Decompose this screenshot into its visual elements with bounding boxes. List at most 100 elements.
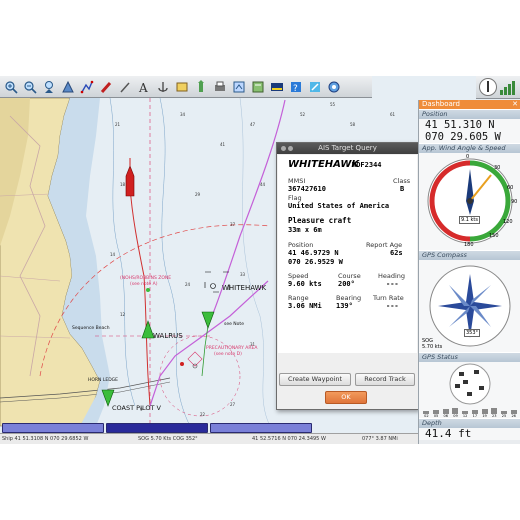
chart-note-label: see Note xyxy=(224,322,244,327)
print-icon[interactable] xyxy=(211,78,228,95)
class-value: B xyxy=(400,185,405,193)
wind-tick-120: 120 xyxy=(503,219,513,225)
gps-sat-05: 05 xyxy=(432,410,441,418)
svg-text:14: 14 xyxy=(110,252,116,257)
ok-button[interactable]: OK xyxy=(325,391,367,404)
horn-ledge-label: HORN LEDGE xyxy=(88,378,118,383)
ais-icon[interactable] xyxy=(173,78,190,95)
heading-value: --- xyxy=(386,280,399,288)
record-track-button[interactable]: Record Track xyxy=(355,373,415,386)
coast-pilot-label[interactable]: COAST PILOT V xyxy=(112,404,161,412)
compass-heading-value: 353° xyxy=(464,329,481,337)
course-label: Course xyxy=(338,272,361,280)
wind-tick-150: 150 xyxy=(489,233,499,239)
vessel-type: Pleasure craft xyxy=(288,216,352,225)
gps-sat-19: 19 xyxy=(480,409,489,418)
minimize-icon[interactable] xyxy=(288,146,293,151)
precautionary-label-2: (see note D) xyxy=(214,352,242,357)
svg-text:22: 22 xyxy=(200,412,206,417)
dashboard-icon[interactable] xyxy=(268,78,285,95)
svg-text:34: 34 xyxy=(180,112,186,117)
mmsi-label: MMSI xyxy=(288,177,306,185)
svg-text:41: 41 xyxy=(220,142,226,147)
gps-sat-09: 09 xyxy=(451,408,460,418)
speed-value: 9.60 kts xyxy=(288,280,322,288)
create-waypoint-button[interactable]: Create Waypoint xyxy=(279,373,351,386)
piano-key-1[interactable] xyxy=(2,423,104,433)
compass-status-icon[interactable] xyxy=(478,78,497,96)
svg-text:18: 18 xyxy=(120,182,126,187)
position-longitude: 070 29.605 W xyxy=(419,131,520,143)
bearing-value: 139° xyxy=(336,302,353,310)
help-icon[interactable]: ? xyxy=(287,78,304,95)
current-icon[interactable] xyxy=(306,78,323,95)
gps-signal-icon[interactable] xyxy=(499,79,518,95)
wind-tick-180: 180 xyxy=(464,242,474,248)
vessel-dimensions: 33m x 6m xyxy=(288,226,322,234)
walrus-label[interactable]: WALRUS xyxy=(153,332,183,340)
turn-rate-label: Turn Rate xyxy=(373,294,404,302)
gps-sat-25: 25 xyxy=(500,411,509,418)
toolbar-right xyxy=(476,76,520,99)
measure-icon[interactable] xyxy=(116,78,133,95)
gps-sat-02: 02 xyxy=(422,411,431,418)
waypoint-icon[interactable] xyxy=(325,78,342,95)
compass-title: GPS Compass xyxy=(419,250,520,260)
zone-label-2: (see note A) xyxy=(130,282,158,287)
heading-label: Heading xyxy=(378,272,406,280)
svg-text:61: 61 xyxy=(390,112,396,117)
route-icon[interactable] xyxy=(78,78,95,95)
svg-text:37: 37 xyxy=(230,222,236,227)
main-toolbar: A ? xyxy=(0,76,372,98)
dialog-titlebar[interactable]: AIS Target Query xyxy=(277,143,418,154)
wind-tick-0: 0 xyxy=(466,154,470,160)
track-icon[interactable] xyxy=(97,78,114,95)
vessel-callsign: WDF2344 xyxy=(352,161,382,169)
dialog-title: AIS Target Query xyxy=(318,144,377,152)
opencpn-window: 21 34 41 47 52 58 61 18 29 37 14 33 12 24 31 27 22 9… xyxy=(0,76,520,444)
gps-sat-23: 23 xyxy=(490,408,499,418)
svg-text:44: 44 xyxy=(260,182,266,187)
tide-icon[interactable] xyxy=(192,78,209,95)
report-age-value: 62s xyxy=(390,249,403,257)
whitehawk-label[interactable]: WHITEHAWK xyxy=(222,284,266,292)
turn-rate-value: --- xyxy=(386,302,399,310)
chart-book-icon[interactable] xyxy=(249,78,266,95)
piano-key-2[interactable] xyxy=(106,423,208,433)
wind-speed-value: 9.1 kts xyxy=(459,216,481,224)
settings-icon[interactable] xyxy=(230,78,247,95)
anchor-icon[interactable] xyxy=(154,78,171,95)
class-label: Class xyxy=(393,177,411,185)
sequence-beach-label: Sequence Beach xyxy=(72,326,110,331)
range-value: 3.06 NMi xyxy=(288,302,322,310)
svg-text:24: 24 xyxy=(185,282,191,287)
ais-target-query-dialog: AIS Target Query WHITEHAWK WDF2344 MMSI … xyxy=(276,142,419,410)
scale-in-icon[interactable] xyxy=(40,78,57,95)
target-longitude: 070 26.9529 W xyxy=(288,258,343,266)
zoom-in-icon[interactable] xyxy=(2,78,19,95)
zoom-out-icon[interactable] xyxy=(21,78,38,95)
target-latitude: 41 46.9729 N xyxy=(288,249,339,257)
close-icon[interactable] xyxy=(281,146,286,151)
status-ship-position: Ship 41 51.3108 N 070 29.6852 W xyxy=(2,436,89,442)
svg-text:58: 58 xyxy=(350,122,356,127)
dashboard-caption[interactable]: Dashboard ✕ xyxy=(419,100,520,109)
status-bar: Ship 41 51.3108 N 070 29.6852 W SOG 5.70… xyxy=(0,433,418,444)
svg-text:47: 47 xyxy=(250,122,256,127)
svg-text:21: 21 xyxy=(115,122,121,127)
status-sog-cog: SOG 5.70 Kts COG 352° xyxy=(138,436,198,442)
piano-key-3[interactable] xyxy=(210,423,312,433)
svg-text:12: 12 xyxy=(120,312,126,317)
text-icon[interactable]: A xyxy=(135,78,152,95)
svg-text:52: 52 xyxy=(300,112,306,117)
course-value: 200° xyxy=(338,280,355,288)
report-age-label: Report Age xyxy=(366,241,403,249)
close-icon[interactable]: ✕ xyxy=(512,100,518,109)
gps-status: 02 05 06 09 12 17 19 23 25 26 xyxy=(419,362,520,418)
scale-out-icon[interactable] xyxy=(59,78,76,95)
gps-sat-17: 17 xyxy=(471,410,480,418)
svg-text:55: 55 xyxy=(330,102,336,107)
svg-text:27: 27 xyxy=(230,402,236,407)
gps-sat-26: 26 xyxy=(509,410,518,418)
gps-sat-12: 12 xyxy=(461,411,470,418)
